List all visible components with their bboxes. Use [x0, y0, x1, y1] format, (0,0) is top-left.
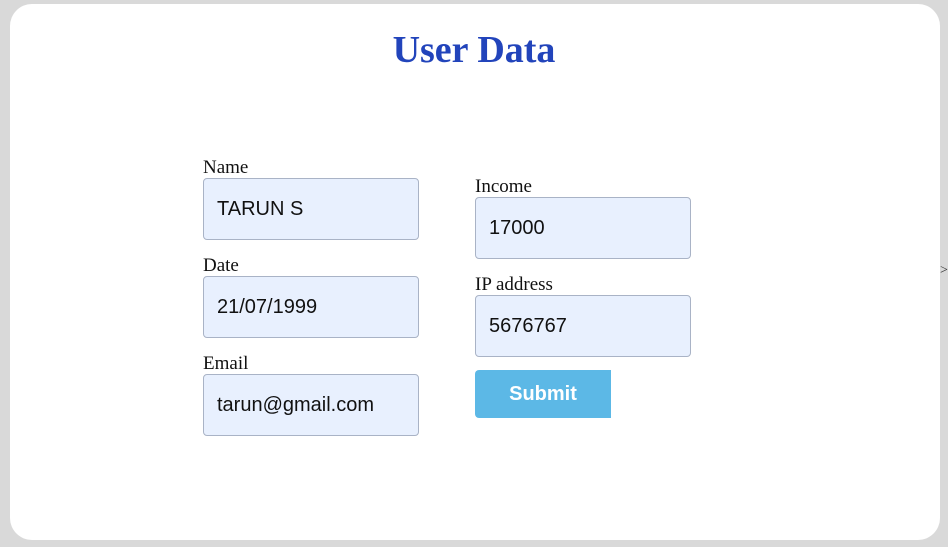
name-label: Name: [203, 157, 249, 178]
ip-address-label: IP address: [475, 274, 553, 295]
income-field-group: Income: [475, 177, 691, 259]
date-field-group: Date: [203, 256, 419, 338]
email-field-group: Email: [203, 354, 419, 436]
income-input[interactable]: [475, 197, 691, 259]
email-input[interactable]: [203, 374, 419, 436]
email-label: Email: [203, 353, 249, 374]
name-input[interactable]: [203, 178, 419, 240]
date-input[interactable]: [203, 276, 419, 338]
name-field-group: Name: [203, 158, 419, 240]
income-label: Income: [475, 176, 532, 197]
chevron-right-icon: >: [940, 263, 948, 278]
submit-button[interactable]: Submit: [475, 370, 611, 418]
ip-address-field-group: IP address: [475, 275, 691, 357]
form-card: [10, 4, 940, 540]
ip-address-input[interactable]: [475, 295, 691, 357]
page: User Data Name Date Email Income IP addr…: [0, 0, 948, 547]
page-title: User Data: [392, 29, 556, 71]
date-label: Date: [203, 255, 239, 276]
